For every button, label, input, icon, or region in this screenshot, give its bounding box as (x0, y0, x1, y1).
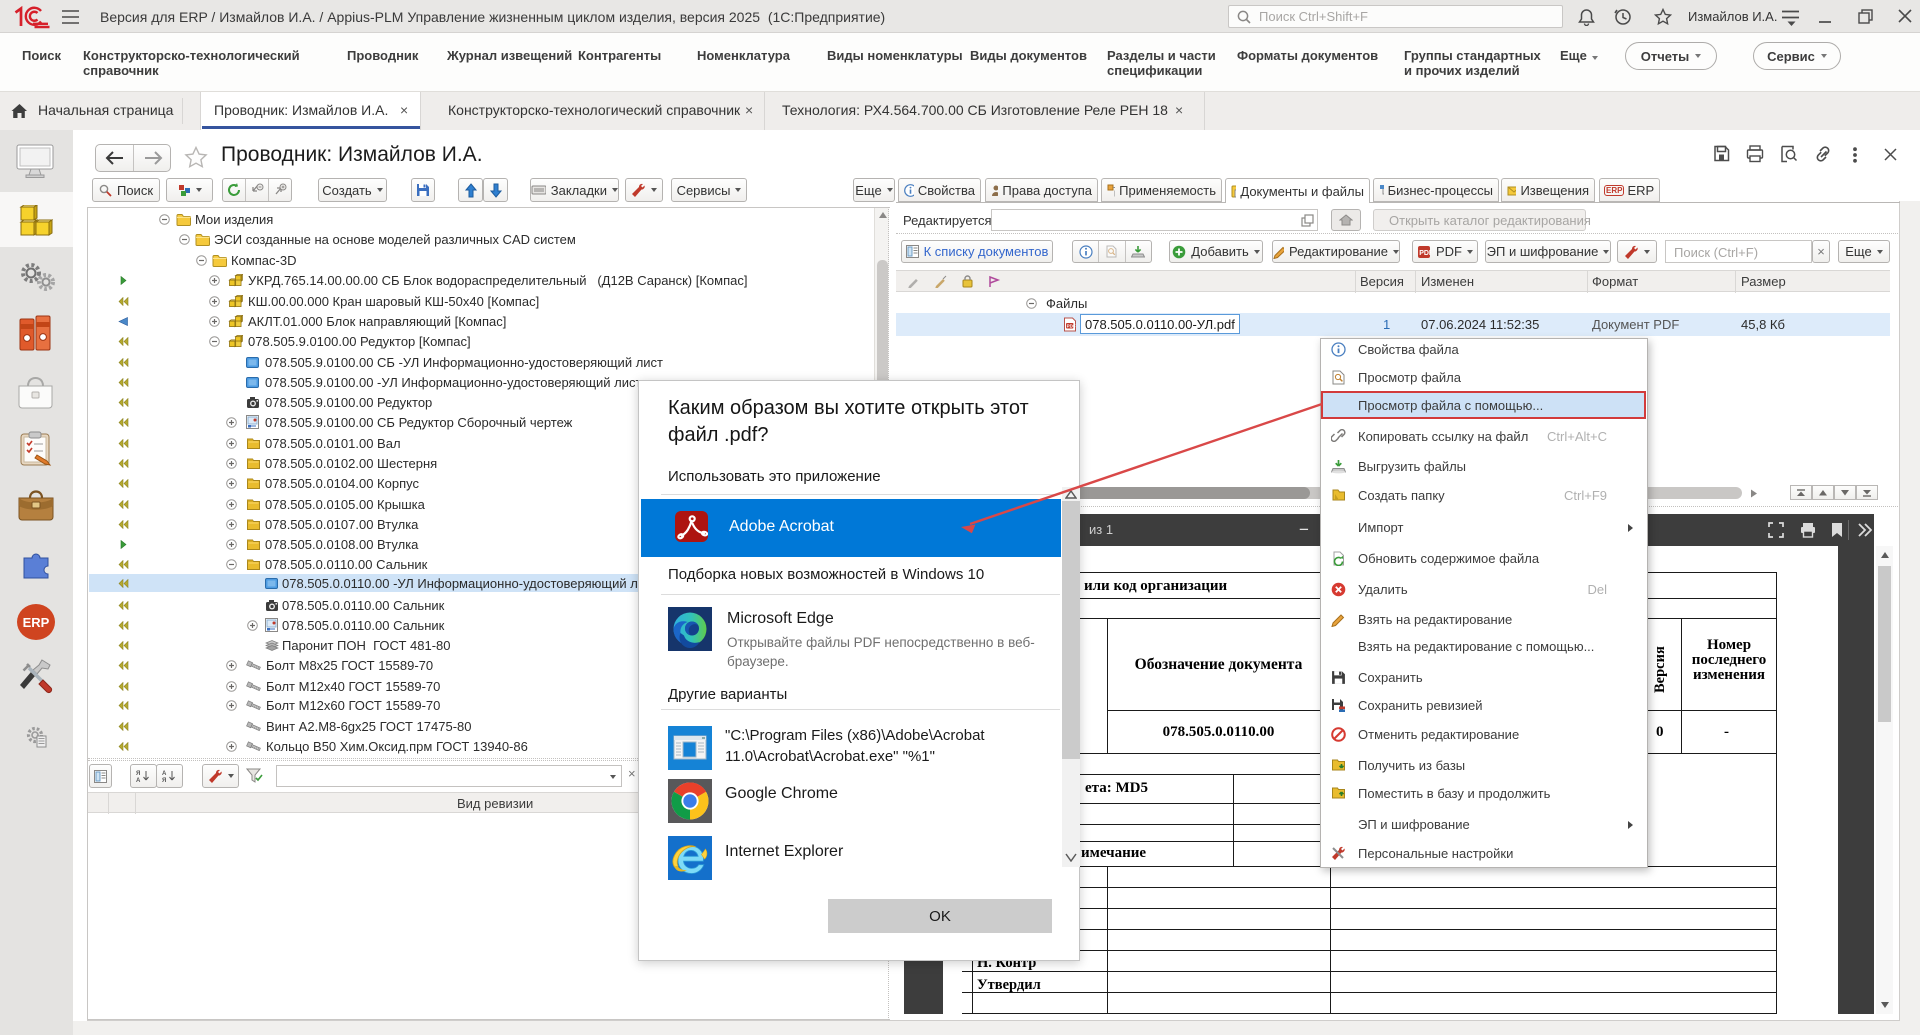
svg-text:А: А (136, 778, 141, 783)
svg-text:Я: Я (136, 771, 140, 777)
svg-text:А: А (162, 771, 167, 777)
svg-text:PDF: PDF (1067, 324, 1076, 329)
svg-text:PDF: PDF (1419, 250, 1431, 257)
svg-text:Я: Я (162, 778, 166, 783)
